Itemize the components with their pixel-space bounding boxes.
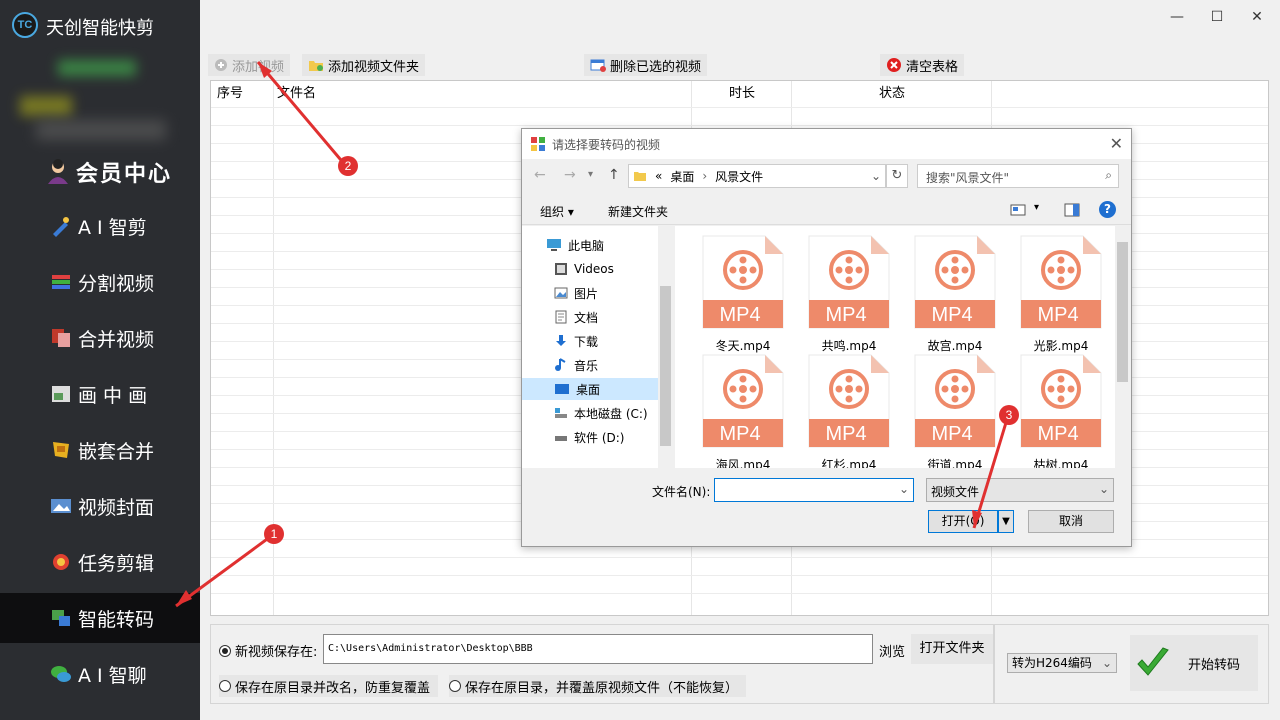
- annotation-arrow: [972, 415, 1010, 529]
- annotation-arrows: [175, 61, 1010, 608]
- step-2-badge: 2: [338, 156, 358, 176]
- step-3-badge: 3: [999, 405, 1019, 425]
- annotation-arrowhead: [176, 590, 192, 606]
- step-1-badge: 1: [264, 524, 284, 544]
- annotation-arrow: [256, 61, 348, 167]
- annotation-arrow: [175, 532, 275, 608]
